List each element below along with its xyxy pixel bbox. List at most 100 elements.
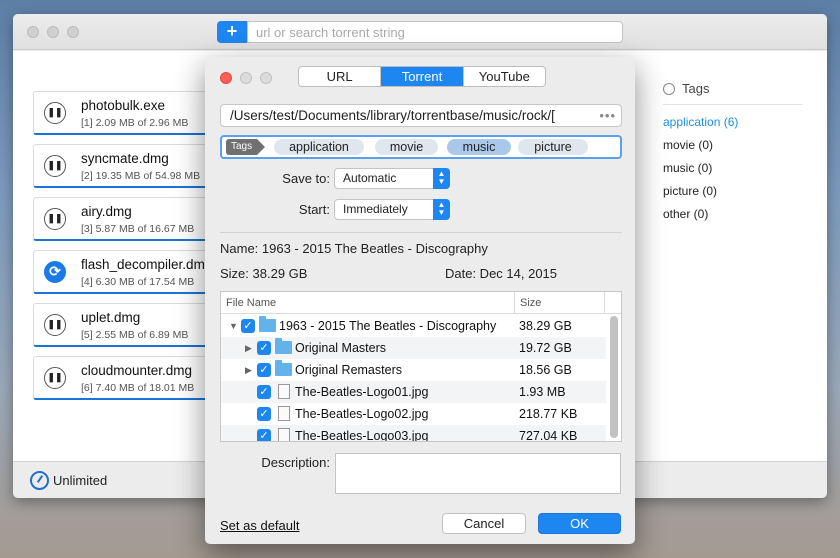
table-scrollbar[interactable] [610,316,618,438]
file-name: Original Masters [295,341,386,355]
file-size: 19.72 GB [519,341,572,355]
file-checkbox[interactable]: ✓ [257,407,271,421]
cancel-button[interactable]: Cancel [442,513,526,534]
divider [220,232,622,233]
download-item[interactable]: ❚❚ airy.dmg [3] 5.87 MB of 16.67 MB [33,197,208,241]
pause-icon[interactable]: ❚❚ [44,367,66,389]
file-checkbox[interactable]: ✓ [257,429,271,441]
pause-icon[interactable]: ❚❚ [44,102,66,124]
download-name: flash_decompiler.dmg [81,257,213,272]
description-label: Description: [261,455,330,470]
description-input[interactable] [335,453,621,494]
ok-button[interactable]: OK [538,513,621,534]
file-name: The-Beatles-Logo03.jpg [295,429,429,442]
dialog-zoom-button [260,72,272,84]
file-name: The-Beatles-Logo01.jpg [295,385,429,399]
column-header-file-name[interactable]: File Name [221,292,515,314]
download-progress-text: [5] 2.55 MB of 6.89 MB [81,329,189,341]
download-item[interactable]: ❚❚ uplet.dmg [5] 2.55 MB of 6.89 MB [33,303,208,347]
save-to-select[interactable]: Automatic ▲ ▼ [334,168,450,189]
file-name: The-Beatles-Logo02.jpg [295,407,429,421]
torrent-name: Name: 1963 - 2015 The Beatles - Discogra… [220,241,488,256]
column-header-size[interactable]: Size [515,292,605,314]
pause-icon[interactable]: ❚❚ [44,208,66,230]
tag-filter-item[interactable]: other (0) [663,203,803,226]
file-size: 218.77 KB [519,407,578,421]
set-as-default-link[interactable]: Set as default [220,518,300,533]
tag-filter-item[interactable]: movie (0) [663,134,803,157]
sync-icon[interactable]: ⟳ [44,261,66,283]
table-row[interactable]: ✓ The-Beatles-Logo01.jpg 1.93 MB [221,381,606,403]
file-checkbox[interactable]: ✓ [257,363,271,377]
file-checkbox[interactable]: ✓ [257,385,271,399]
tab-url[interactable]: URL [299,67,382,86]
download-progress-text: [1] 2.09 MB of 2.96 MB [81,117,189,129]
download-name: photobulk.exe [81,98,166,113]
search-input[interactable]: url or search torrent string [247,21,623,43]
dialog-minimize-button [240,72,252,84]
disclosure-collapsed-icon[interactable]: ▶ [245,365,252,376]
download-list: ❚❚ photobulk.exe [1] 2.09 MB of 2.96 MB ❚❚ s… [33,91,212,409]
start-select[interactable]: Immediately ▲ ▼ [334,199,450,220]
table-row[interactable]: ▼ ✓ 1963 - 2015 The Beatles - Discography 3… [221,315,606,337]
column-header-extra [605,292,621,314]
save-to-value: Automatic [343,171,397,185]
download-progress-text: [3] 5.87 MB of 16.67 MB [81,223,195,235]
dialog-close-button[interactable] [220,72,232,84]
tags-header: Tags [663,81,803,105]
file-checkbox[interactable]: ✓ [257,341,271,355]
select-arrows-icon: ▲ ▼ [433,199,450,220]
file-icon [278,384,290,399]
file-name: 1963 - 2015 The Beatles - Discography [279,319,497,333]
table-row[interactable]: ✓ The-Beatles-Logo02.jpg 218.77 KB [221,403,606,425]
source-tabs: URL Torrent YouTube [298,66,546,87]
file-size: 18.56 GB [519,363,572,377]
download-name: syncmate.dmg [81,151,169,166]
zoom-window-button[interactable] [67,26,79,38]
tags-field[interactable]: Tags application movie music picture [220,135,622,159]
download-progress-text: [4] 6.30 MB of 17.54 MB [81,276,195,288]
table-row[interactable]: ✓ The-Beatles-Logo03.jpg 727.04 KB [221,425,606,442]
pause-icon[interactable]: ❚❚ [44,314,66,336]
start-label: Start: [298,202,330,217]
tags-title: Tags [682,81,710,96]
add-torrent-button[interactable]: + [217,21,247,43]
folder-icon [275,338,292,354]
tag-filter-item[interactable]: music (0) [663,157,803,180]
torrent-size: Size: 38.29 GB [220,266,308,281]
tag-pill[interactable]: movie [375,139,438,155]
folder-icon [259,316,276,332]
tag-filter-item[interactable]: application (6) [663,111,803,134]
pause-icon[interactable]: ❚❚ [44,155,66,177]
start-value: Immediately [343,202,408,216]
tag-pill[interactable]: music [447,139,511,155]
folder-icon [275,360,292,376]
disclosure-expanded-icon[interactable]: ▼ [229,321,238,331]
close-window-button[interactable] [27,26,39,38]
tags-panel: Tags application (6) movie (0) music (0) pi… [663,81,803,226]
tab-torrent[interactable]: Torrent [381,67,464,86]
download-item[interactable]: ⟳ flash_decompiler.dmg [4] 6.30 MB of 17.5… [33,250,212,294]
minimize-window-button[interactable] [47,26,59,38]
download-item[interactable]: ❚❚ photobulk.exe [1] 2.09 MB of 2.96 MB [33,91,208,135]
path-browse-button[interactable]: ••• [599,108,616,123]
tag-pill[interactable]: picture [518,139,588,155]
tag-pill[interactable]: application [274,139,364,155]
file-checkbox[interactable]: ✓ [241,319,255,333]
tag-filter-item[interactable]: picture (0) [663,180,803,203]
download-progress-text: [6] 7.40 MB of 18.01 MB [81,382,195,394]
download-item[interactable]: ❚❚ syncmate.dmg [2] 19.35 MB of 54.98 MB [33,144,208,188]
disclosure-collapsed-icon[interactable]: ▶ [245,343,252,354]
path-field[interactable]: /Users/test/Documents/library/torrentbas… [220,104,622,127]
file-size: 1.93 MB [519,385,566,399]
torrent-date: Date: Dec 14, 2015 [445,266,558,281]
download-name: uplet.dmg [81,310,141,325]
download-item[interactable]: ❚❚ cloudmounter.dmg [6] 7.40 MB of 18.01 M… [33,356,208,400]
file-table: File Name Size ▼ ✓ 1963 - 2015 The Beatles… [220,291,622,442]
speedometer-icon[interactable] [30,471,49,490]
table-row[interactable]: ▶ ✓ Original Remasters 18.56 GB [221,359,606,381]
table-row[interactable]: ▶ ✓ Original Masters 19.72 GB [221,337,606,359]
tag-icon [663,82,675,95]
tab-youtube[interactable]: YouTube [464,67,545,86]
download-progress-text: [2] 19.35 MB of 54.98 MB [81,170,201,182]
